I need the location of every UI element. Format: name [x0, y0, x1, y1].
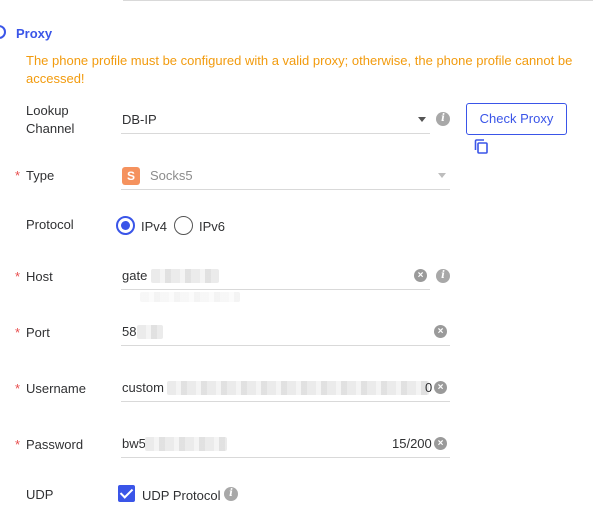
redacted-text [137, 325, 163, 339]
proxy-warning: The phone profile must be configured wit… [26, 53, 573, 86]
clear-icon[interactable]: × [434, 381, 447, 394]
host-value: gate [122, 268, 148, 283]
lookup-channel-select[interactable]: DB-IP [121, 106, 430, 134]
host-required-mark: * [15, 269, 21, 284]
radio-ipv6-label[interactable]: IPv6 [199, 219, 225, 234]
info-icon[interactable]: i [436, 112, 450, 126]
password-char-counter: 15/200 [392, 436, 432, 451]
clear-icon[interactable]: × [434, 325, 447, 338]
redacted-text [167, 381, 429, 395]
host-input[interactable]: gate × [121, 262, 430, 290]
port-required-mark: * [15, 325, 21, 340]
udp-label: UDP [26, 487, 54, 502]
redacted-text [145, 437, 227, 451]
copy-icon[interactable] [474, 139, 488, 154]
info-icon[interactable]: i [436, 269, 450, 283]
chevron-down-icon[interactable] [418, 117, 426, 122]
password-required-mark: * [15, 437, 21, 452]
check-proxy-button[interactable]: Check Proxy [466, 103, 567, 135]
username-value-tail: 0 [425, 380, 433, 395]
type-value: Socks5 [150, 168, 193, 183]
username-required-mark: * [15, 381, 21, 396]
username-value: custom [122, 380, 164, 395]
section-title: Proxy [16, 26, 53, 41]
radio-ipv4-label[interactable]: IPv4 [141, 219, 167, 234]
password-label: Password [26, 437, 84, 452]
type-label: Type [26, 168, 55, 183]
type-select: S Socks5 [121, 162, 450, 190]
udp-checkbox[interactable] [118, 485, 135, 502]
chevron-down-icon [438, 173, 446, 178]
password-value: bw5 [122, 436, 146, 451]
username-label: Username [26, 381, 86, 396]
clear-icon[interactable]: × [414, 269, 427, 282]
radio-ipv6[interactable] [174, 216, 193, 235]
lookup-channel-label-line2: Channel [26, 121, 75, 136]
host-label: Host [26, 269, 53, 284]
lookup-channel-label-line1: Lookup [26, 103, 69, 118]
port-label: Port [26, 325, 50, 340]
redacted-text [140, 292, 240, 302]
socks-icon: S [122, 167, 140, 185]
udp-checkbox-label[interactable]: UDP Protocol [142, 488, 221, 503]
clear-icon[interactable]: × [434, 437, 447, 450]
username-input[interactable]: custom 0 × [121, 374, 450, 402]
lookup-channel-label: Lookup Channel [26, 102, 74, 138]
radio-ipv4[interactable] [116, 216, 135, 235]
protocol-label: Protocol [26, 217, 74, 232]
lookup-channel-value: DB-IP [122, 112, 157, 127]
info-icon[interactable]: i [224, 487, 238, 501]
redacted-text [151, 269, 219, 283]
section-marker [0, 25, 6, 39]
password-input[interactable]: bw5 15/200 × [121, 430, 450, 458]
previous-field-underline [123, 0, 593, 1]
port-input[interactable]: 58 × [121, 318, 450, 346]
port-value: 58 [122, 324, 137, 339]
type-required-mark: * [15, 168, 21, 183]
